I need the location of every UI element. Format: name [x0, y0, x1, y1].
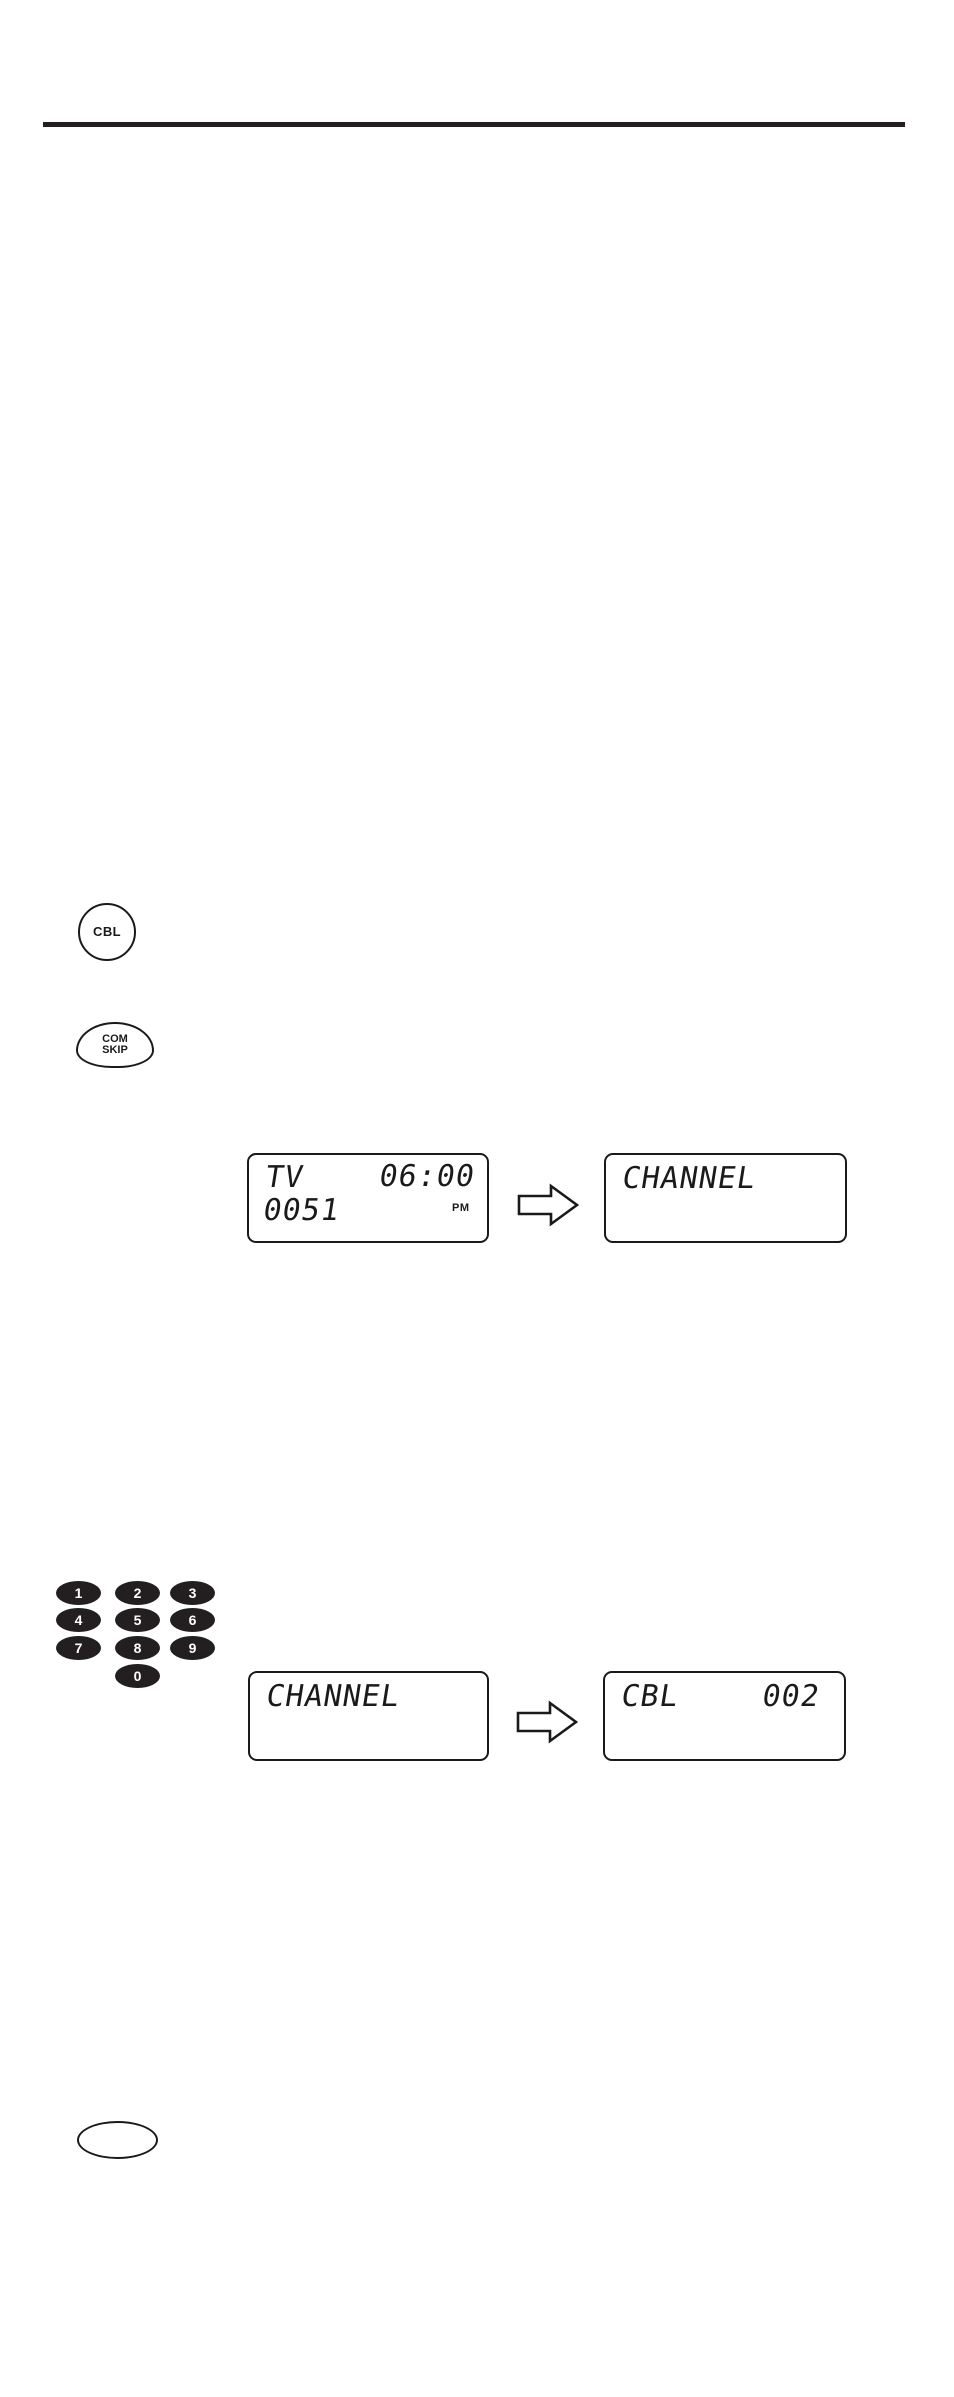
- keypad-key-6[interactable]: 6: [170, 1608, 215, 1632]
- com-skip-button-label: COM SKIP: [102, 1034, 128, 1056]
- lcd-display-step2-before: CHANNEL: [248, 1671, 489, 1761]
- block-arrow-right-icon-2: [516, 1700, 579, 1744]
- lcd-channel-prompt-text: CHANNEL: [619, 1161, 759, 1196]
- lcd-display-step2-after: CBL 002: [603, 1671, 846, 1761]
- cbl-button[interactable]: CBL: [78, 903, 136, 961]
- lcd-display-step1-before: TV 0051 06:00 PM: [247, 1153, 489, 1243]
- keypad-key-8[interactable]: 8: [115, 1636, 160, 1660]
- header-divider: [43, 122, 905, 127]
- keypad-key-0[interactable]: 0: [115, 1664, 160, 1688]
- lcd-channel-text-2: 002: [759, 1679, 823, 1714]
- keypad-key-3[interactable]: 3: [170, 1581, 215, 1605]
- lcd-mode-text-2: CBL: [618, 1679, 682, 1714]
- com-skip-button[interactable]: COM SKIP: [76, 1022, 154, 1068]
- lcd-time-text: 06:00: [376, 1159, 478, 1194]
- block-arrow-right-icon: [517, 1183, 580, 1227]
- keypad-key-1[interactable]: 1: [56, 1581, 101, 1605]
- lcd-channel-prompt-text-2: CHANNEL: [263, 1679, 403, 1714]
- lcd-mode-text: TV: [262, 1160, 307, 1195]
- cbl-button-label: CBL: [93, 924, 121, 940]
- numeric-keypad: 1 2 3 4 5 6 7 8 9 0: [56, 1581, 216, 1699]
- keypad-key-2[interactable]: 2: [115, 1581, 160, 1605]
- keypad-key-9[interactable]: 9: [170, 1636, 215, 1660]
- keypad-key-4[interactable]: 4: [56, 1608, 101, 1632]
- com-skip-line2: SKIP: [102, 1044, 128, 1056]
- lcd-display-step1-after: CHANNEL: [604, 1153, 847, 1243]
- lcd-channel-text: 0051: [260, 1193, 343, 1228]
- manual-page: CBL COM SKIP TV 0051 06:00 PM CHANNEL 1 2…: [0, 0, 954, 2397]
- blank-oval-button[interactable]: [77, 2121, 158, 2159]
- lcd-ampm-text: PM: [452, 1202, 470, 1214]
- keypad-key-5[interactable]: 5: [115, 1608, 160, 1632]
- keypad-key-7[interactable]: 7: [56, 1636, 101, 1660]
